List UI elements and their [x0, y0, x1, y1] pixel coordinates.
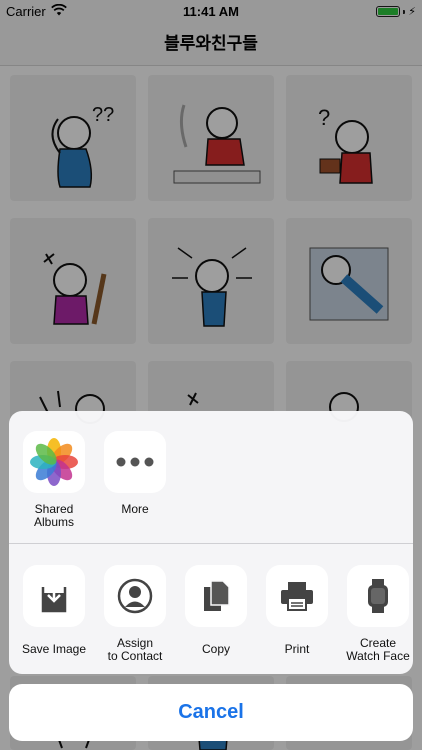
contact-icon	[104, 565, 166, 627]
shared-albums-label: Shared Albums	[33, 502, 74, 529]
assign-to-contact-button[interactable]: Assign to Contact	[97, 565, 173, 663]
create-watch-face-label: Create Watch Face	[346, 636, 410, 663]
copy-button[interactable]: Copy	[178, 565, 254, 656]
watch-icon	[347, 565, 409, 627]
copy-icon	[185, 565, 247, 627]
photos-icon	[23, 431, 85, 493]
shared-albums-button[interactable]: Shared Albums	[16, 431, 92, 529]
more-icon	[104, 431, 166, 493]
share-actions-row: Save Image Assign to Contact Copy Print …	[9, 543, 413, 674]
copy-label: Copy	[201, 642, 230, 656]
more-button[interactable]: More	[97, 431, 173, 516]
create-watch-face-button[interactable]: Create Watch Face	[340, 565, 413, 663]
save-image-label: Save Image	[21, 642, 87, 656]
print-button[interactable]: Print	[259, 565, 335, 656]
print-label: Print	[284, 642, 310, 656]
assign-to-contact-label: Assign to Contact	[107, 636, 163, 663]
save-image-icon	[23, 565, 85, 627]
print-icon	[266, 565, 328, 627]
more-label: More	[121, 502, 149, 516]
cancel-button[interactable]: Cancel	[9, 684, 413, 741]
save-image-button[interactable]: Save Image	[16, 565, 92, 656]
share-sheet: Shared Albums More Save Image Assign to …	[9, 411, 413, 674]
share-apps-row: Shared Albums More	[9, 411, 413, 543]
